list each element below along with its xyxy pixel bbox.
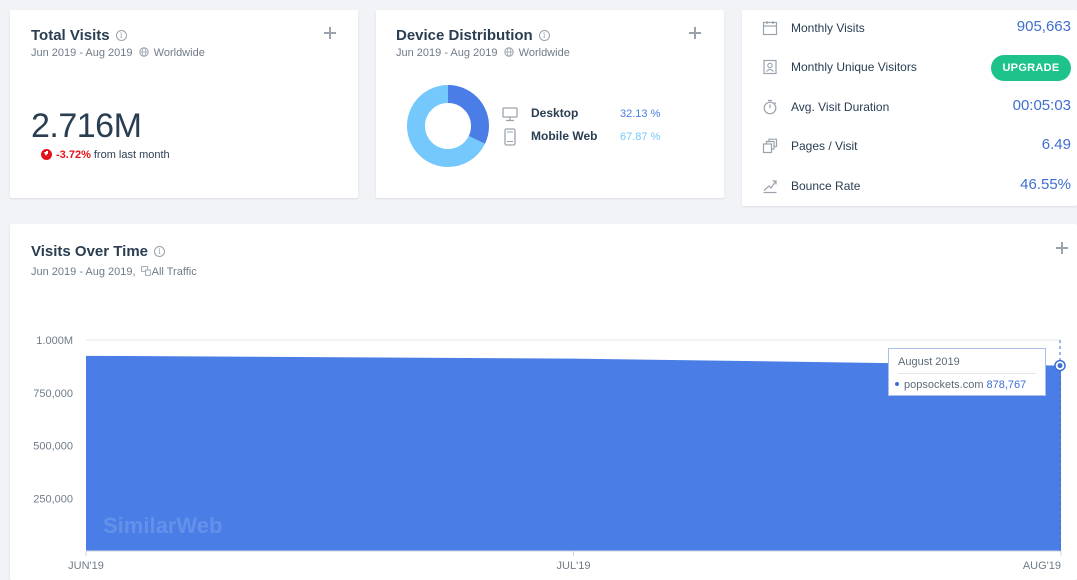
x-tick-label: JUL'19 [557,560,591,572]
series-dot-icon [895,382,899,386]
y-tick-label: 1.000M [36,335,73,347]
tooltip-site: popsockets.com [904,379,984,391]
y-tick-label: 250,000 [33,493,73,505]
data-point-marker-center [1057,363,1063,369]
y-tick-label: 750,000 [33,388,73,400]
x-tick-label: AUG'19 [1023,560,1061,572]
watermark-logo: SimilarWeb [103,513,222,538]
tooltip-title: August 2019 [898,356,960,368]
x-tick-label: JUN'19 [68,560,104,572]
tooltip-divider [898,373,1036,374]
tooltip-value: 878,767 [986,379,1027,391]
visits-area-chart: 1.000M 750,000 500,000 250,000 SimilarWeb JUN… [33,335,1066,572]
y-tick-label: 500,000 [33,441,73,453]
tooltip-row: popsockets.com 878,767 [895,379,1026,391]
chart-tooltip: August 2019 popsockets.com 878,767 [888,348,1046,396]
